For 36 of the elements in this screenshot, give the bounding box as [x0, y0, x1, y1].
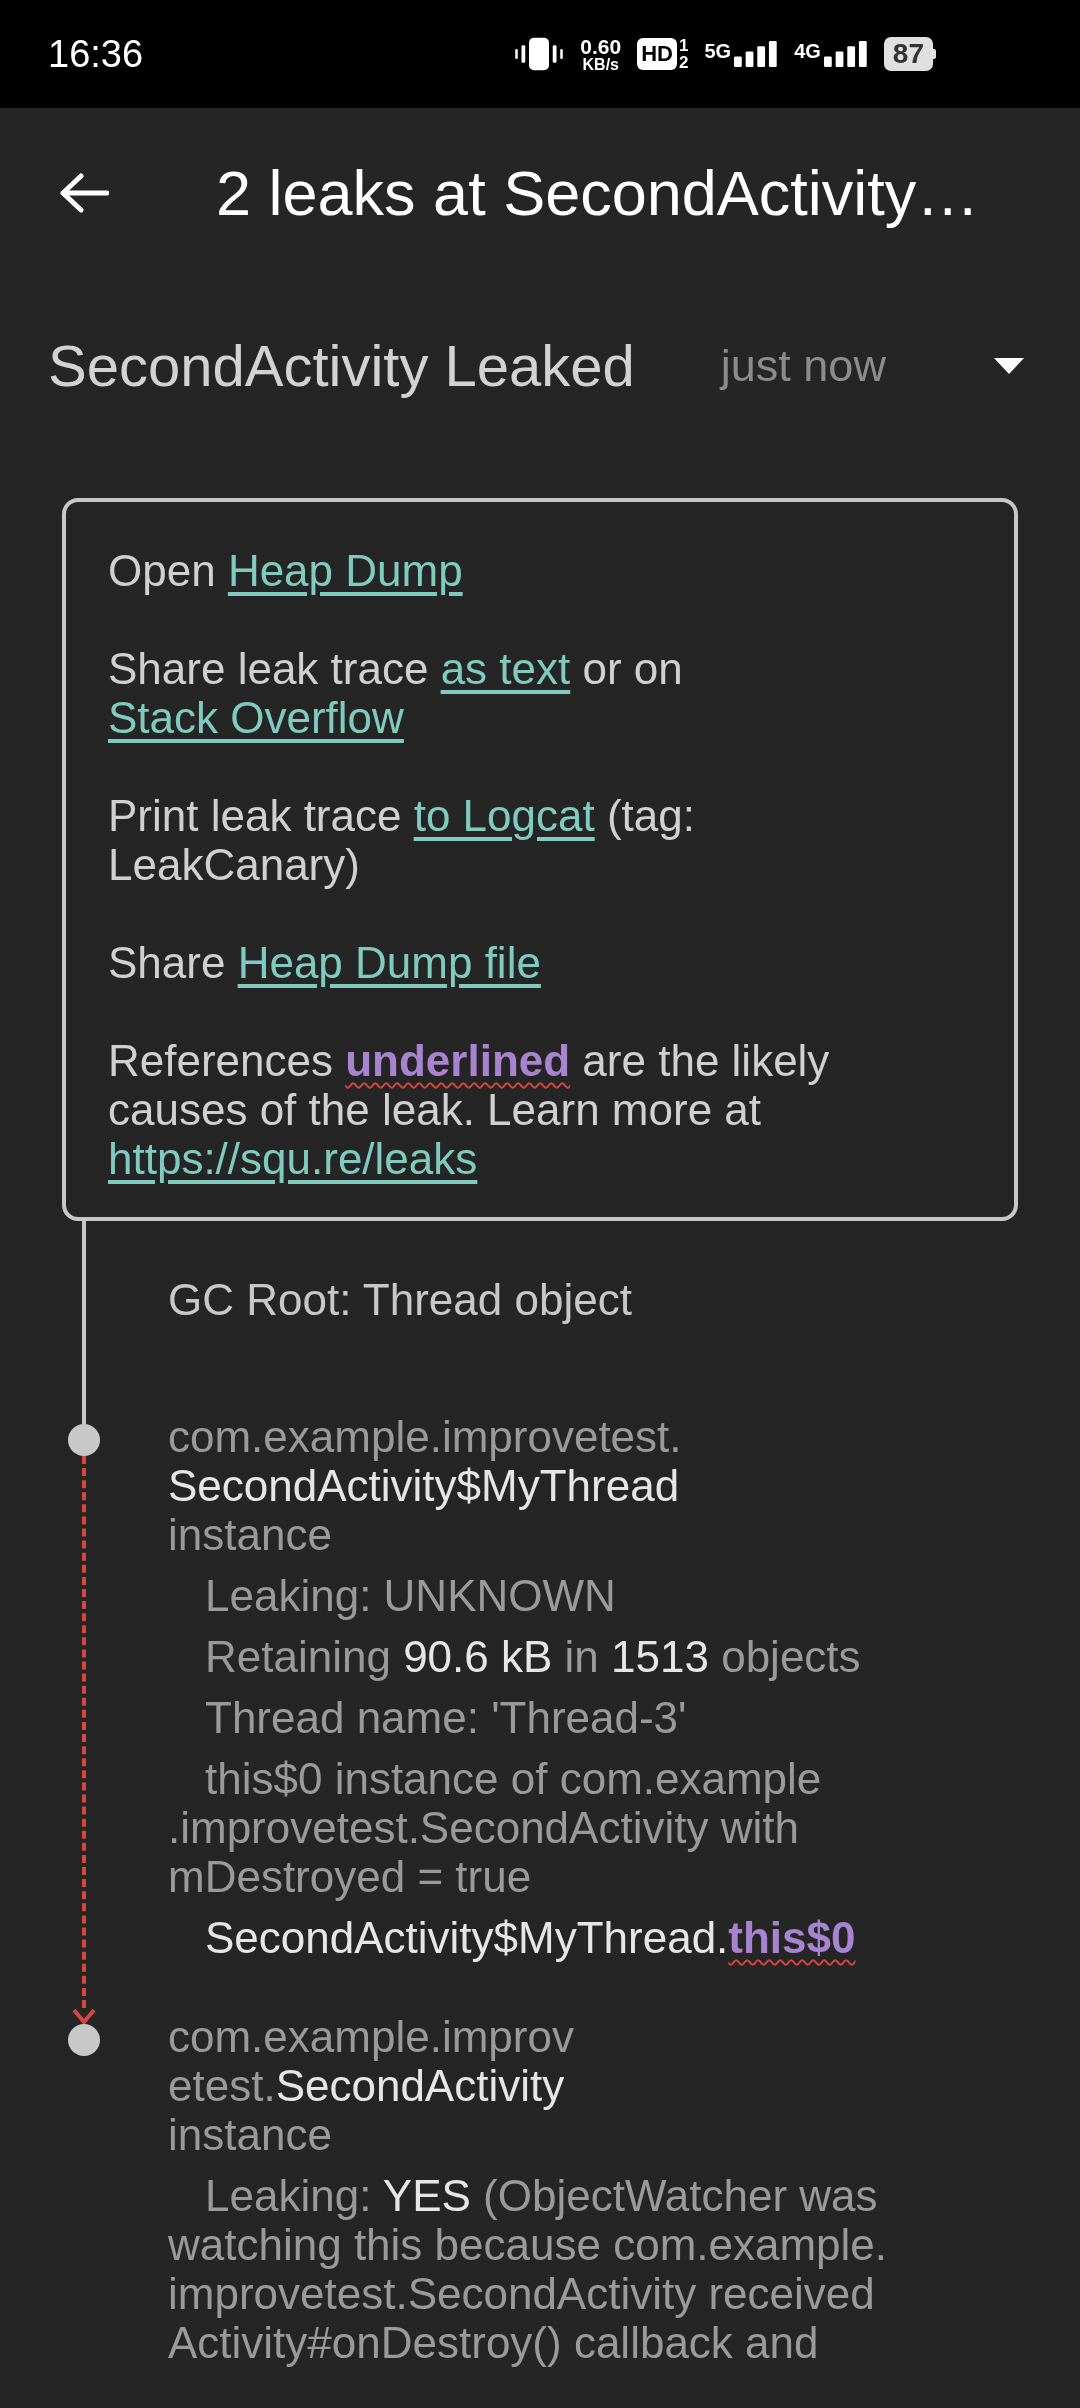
link[interactable]: https://squ.re/leaks — [108, 1134, 478, 1183]
node-detail: this$0 instance of com.example .improvetest.SecondActivity with mDestroyed = true — [168, 1754, 823, 1901]
node-detail: Thread name: 'Thread-3' — [204, 1693, 688, 1742]
dropdown-icon[interactable] — [994, 357, 1024, 374]
info-text: Open Heap Dump — [108, 546, 464, 595]
network-type: 4G — [794, 41, 821, 61]
gc-root-text: GC Root: Thread object — [168, 1274, 632, 1326]
class-name: com.example.improv etest.SecondActivity instance — [168, 2012, 575, 2159]
screen-title: 2 leaks at SecondActivity… — [216, 156, 980, 230]
link[interactable]: to Logcat — [413, 791, 595, 840]
node-detail: Leaking: UNKNOWN — [204, 1571, 617, 1620]
link[interactable]: Heap Dump file — [237, 938, 541, 987]
info-text: Print leak trace to Logcat (tag: LeakCanary) — [108, 791, 696, 889]
sim-label: 2 — [679, 54, 689, 71]
info-text: Share leak trace as text or on Stack Overflow — [108, 644, 684, 742]
class-name: com.example.improvetest. SecondActivity$MyThread instance — [168, 1412, 683, 1559]
hd-badge: HD — [637, 38, 677, 70]
battery-icon: 87 — [883, 37, 933, 71]
leak-time: just now — [720, 338, 886, 393]
speed-unit: KB/s — [582, 56, 619, 73]
link[interactable]: as text — [440, 644, 571, 693]
link[interactable]: Heap Dump — [227, 546, 463, 595]
signal-icon — [823, 41, 868, 67]
network-type: 5G — [704, 41, 732, 61]
signal-icon — [734, 41, 779, 67]
node-detail: Retaining 90.6 kB in 1513 objects — [204, 1632, 861, 1681]
node-detail: Leaking: YES (ObjectWatcher was watching this because com.example. improvetest.SecondActivity received Activity#onDestroy() callback and — [168, 2171, 888, 2367]
leak-title: SecondActivity Leaked — [48, 332, 635, 400]
info-text: References underlined are the likely causes of the leak. Learn more at https://squ.re/leaks — [108, 1036, 831, 1183]
status-time: 16:36 — [48, 31, 144, 77]
info-text: Share Heap Dump file — [108, 938, 542, 987]
network-speed: 0.60 — [580, 35, 622, 57]
vibrate-icon — [514, 35, 565, 73]
node-detail: SecondActivity$MyThread.this$0 — [204, 1913, 857, 1962]
sim-label: 1 — [679, 37, 689, 54]
link[interactable]: Stack Overflow — [108, 693, 404, 742]
